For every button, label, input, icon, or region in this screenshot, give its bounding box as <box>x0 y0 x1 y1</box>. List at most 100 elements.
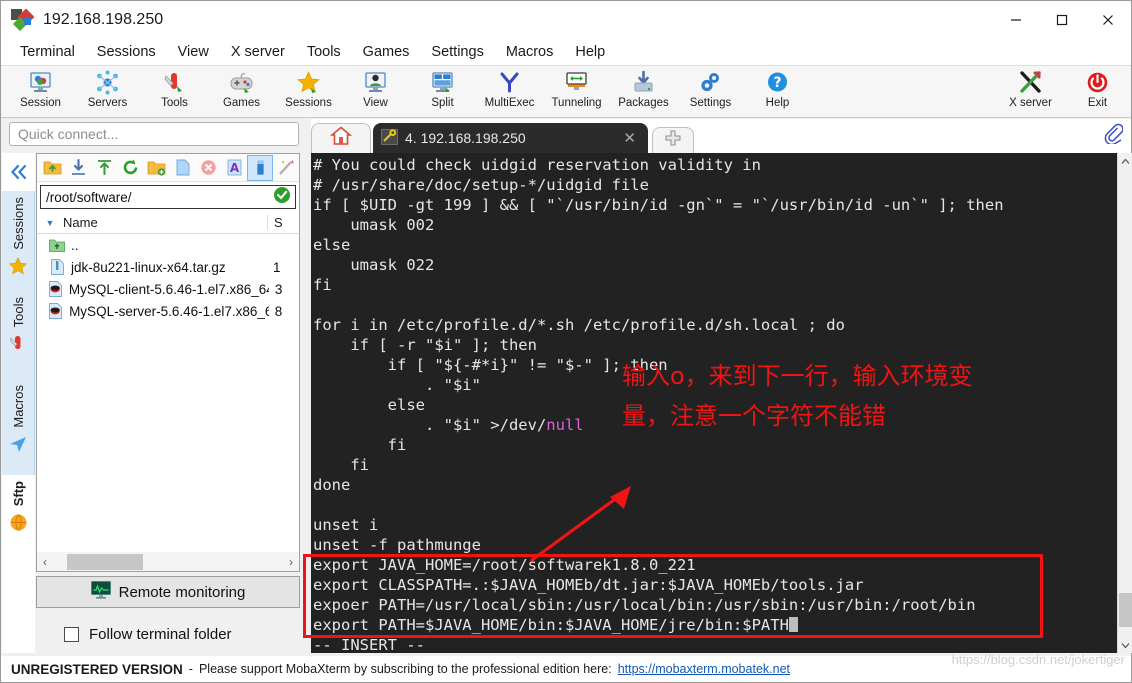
window-title: 192.168.198.250 <box>43 11 164 28</box>
toolbar-sessions-button[interactable]: Sessions <box>275 66 342 116</box>
scroll-up-icon[interactable] <box>1118 153 1132 169</box>
terminal-tab-active[interactable]: 4. 192.168.198.250 ✕ <box>373 123 648 153</box>
terminal-line: . "$i" <box>313 376 481 394</box>
toolbar-tools-button[interactable]: Tools <box>141 66 208 116</box>
toolbar-settings-button[interactable]: Settings <box>677 66 744 116</box>
ssh-key-icon <box>381 128 398 148</box>
list-item[interactable]: MySQL-server-5.6.46-1.el7.x86_6... 8 <box>37 300 299 322</box>
toolbar-exit-button[interactable]: Exit <box>1064 66 1131 116</box>
menu-help[interactable]: Help <box>564 41 616 63</box>
toolbar-games-button[interactable]: Games <box>208 66 275 116</box>
maximize-button[interactable] <box>1039 1 1085 39</box>
scroll-right-icon[interactable]: › <box>283 555 299 569</box>
toolbar-session-button[interactable]: Session <box>7 66 74 116</box>
refresh-icon[interactable] <box>117 155 143 181</box>
block-cursor <box>788 617 798 632</box>
scrollbar-thumb[interactable] <box>1119 593 1132 627</box>
follow-terminal-folder-checkbox[interactable] <box>64 626 79 642</box>
packages-download-icon <box>631 69 656 96</box>
list-item[interactable]: MySQL-client-5.6.46-1.el7.x86_64... 3 <box>37 278 299 300</box>
home-tab[interactable] <box>311 123 371 153</box>
binary-mode-icon[interactable] <box>247 154 274 181</box>
download-icon[interactable] <box>65 155 91 181</box>
globe-icon <box>8 511 30 533</box>
title-bar: 192.168.198.250 <box>1 1 1131 39</box>
menu-games[interactable]: Games <box>352 41 421 63</box>
go-up-folder-icon[interactable] <box>39 155 65 181</box>
magic-wand-icon[interactable] <box>273 155 299 181</box>
sidebar-collapse-button[interactable] <box>2 153 35 191</box>
remote-monitoring-button[interactable]: Remote monitoring <box>36 576 300 608</box>
sftp-browser-panel: A /root/software/ ▼ Name S .. jdk-8u221-… <box>36 153 300 571</box>
sidebar-tab-sftp[interactable]: Sftp <box>2 475 35 547</box>
paperclip-icon <box>1104 123 1124 146</box>
sidebar-tab-macros-label: Macros <box>10 385 26 428</box>
menu-view[interactable]: View <box>167 41 220 63</box>
menu-tools[interactable]: Tools <box>296 41 352 63</box>
mobaxterm-icon <box>11 8 35 32</box>
scroll-down-icon[interactable] <box>1118 637 1132 653</box>
toolbar-view-button[interactable]: View <box>342 66 409 116</box>
quick-connect-input[interactable]: Quick connect... <box>9 122 299 146</box>
close-button[interactable] <box>1085 1 1131 39</box>
list-item-size: 1 <box>273 259 281 275</box>
menu-sessions[interactable]: Sessions <box>86 41 167 63</box>
sftp-path-input[interactable]: /root/software/ <box>40 185 296 209</box>
toolbar-multiexec-button[interactable]: MultiExec <box>476 66 543 116</box>
toolbar-servers-button[interactable]: Servers <box>74 66 141 116</box>
list-item[interactable]: .. <box>37 234 299 256</box>
sidebar-tab-macros[interactable]: Macros <box>2 379 35 475</box>
scrollbar-thumb[interactable] <box>67 553 143 570</box>
remote-monitoring-label: Remote monitoring <box>118 583 246 601</box>
new-file-icon[interactable] <box>169 155 195 181</box>
terminal-text: # You could check uidgid reservation val… <box>313 155 1004 653</box>
terminal-line: expoer PATH=/usr/local/sbin:/usr/local/b… <box>313 596 976 614</box>
sftp-horizontal-scrollbar[interactable]: ‹ › <box>36 552 300 572</box>
sidebar-tab-tools[interactable]: Tools <box>2 291 35 379</box>
tab-close-icon[interactable]: ✕ <box>619 129 640 147</box>
mobaxterm-link[interactable]: https://mobaxterm.mobatek.net <box>618 662 790 676</box>
sidebar-tab-sessions-label: Sessions <box>10 197 26 250</box>
terminal-line: unset -f pathmunge <box>313 536 481 554</box>
toolbar-tunneling-button[interactable]: Tunneling <box>543 66 610 116</box>
sidebar-tab-sessions[interactable]: Sessions <box>2 191 35 291</box>
list-item[interactable]: jdk-8u221-linux-x64.tar.gz 1 <box>37 256 299 278</box>
minimize-button[interactable] <box>993 1 1039 39</box>
column-size[interactable]: S <box>267 215 299 230</box>
upload-icon[interactable] <box>91 155 117 181</box>
delete-icon[interactable] <box>195 155 221 181</box>
text-mode-icon[interactable]: A <box>221 155 247 181</box>
view-person-monitor-icon <box>363 69 388 96</box>
terminal-line: done <box>313 476 351 494</box>
multiexec-fork-icon <box>497 69 522 96</box>
terminal-line: if [ $UID -gt 199 ] && [ "`/usr/bin/id -… <box>313 196 1004 214</box>
toolbar-packages-button[interactable]: Packages <box>610 66 677 116</box>
sort-descending-icon[interactable]: ▼ <box>37 218 63 228</box>
menu-x-server[interactable]: X server <box>220 41 296 63</box>
terminal-line: umask 002 <box>313 216 435 234</box>
toolbar-help-button[interactable]: ? Help <box>744 66 811 116</box>
clipboard-button[interactable] <box>1103 122 1124 149</box>
scroll-left-icon[interactable]: ‹ <box>37 555 53 569</box>
terminal-line: for i in /etc/profile.d/*.sh /etc/profil… <box>313 316 845 334</box>
list-item-name: jdk-8u221-linux-x64.tar.gz <box>71 259 226 275</box>
toolbar-x-server-button[interactable]: X server <box>997 66 1064 116</box>
menu-settings[interactable]: Settings <box>420 41 494 63</box>
terminal-line: export CLASSPATH=.:$JAVA_HOMEb/dt.jar:$J… <box>313 576 864 594</box>
terminal-output[interactable]: # You could check uidgid reservation val… <box>311 153 1117 653</box>
quick-connect-placeholder: Quick connect... <box>18 126 119 142</box>
terminal-scrollbar[interactable] <box>1117 153 1132 653</box>
toolbar-games-label: Games <box>222 97 261 109</box>
terminal-tab-bar: 4. 192.168.198.250 ✕ <box>311 119 1131 153</box>
new-tab-button[interactable] <box>652 127 694 153</box>
menu-macros[interactable]: Macros <box>495 41 565 63</box>
sftp-toolbar: A <box>37 154 299 182</box>
scrollbar-track[interactable] <box>53 553 283 571</box>
menu-terminal[interactable]: Terminal <box>9 41 86 63</box>
terminal-line: # You could check uidgid reservation val… <box>313 156 761 174</box>
column-name[interactable]: Name <box>63 215 267 230</box>
toolbar-split-button[interactable]: Split <box>409 66 476 116</box>
svg-text:?: ? <box>773 75 781 91</box>
new-folder-icon[interactable] <box>143 155 169 181</box>
follow-terminal-folder-row[interactable]: Follow terminal folder <box>36 621 300 647</box>
